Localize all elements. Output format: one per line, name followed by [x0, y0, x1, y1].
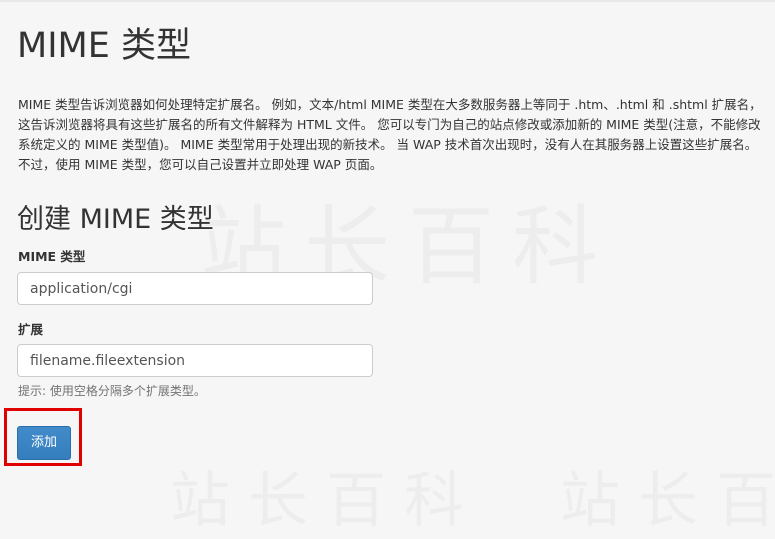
- extensions-input[interactable]: [17, 344, 373, 377]
- extensions-label: 扩展: [18, 322, 44, 337]
- watermark: 站长百科: [170, 452, 482, 539]
- watermark: 站长百科: [560, 452, 775, 539]
- mime-type-input[interactable]: [17, 272, 373, 305]
- extensions-help-text: 提示: 使用空格分隔多个扩展类型。: [18, 384, 206, 398]
- add-button[interactable]: 添加: [17, 426, 71, 460]
- create-section-title: 创建 MIME 类型: [17, 204, 214, 235]
- page-title: MIME 类型: [17, 26, 191, 66]
- top-divider: [0, 0, 775, 2]
- page-description: MIME 类型告诉浏览器如何处理特定扩展名。 例如，文本/html MIME 类…: [18, 97, 762, 172]
- mime-type-label: MIME 类型: [18, 249, 86, 264]
